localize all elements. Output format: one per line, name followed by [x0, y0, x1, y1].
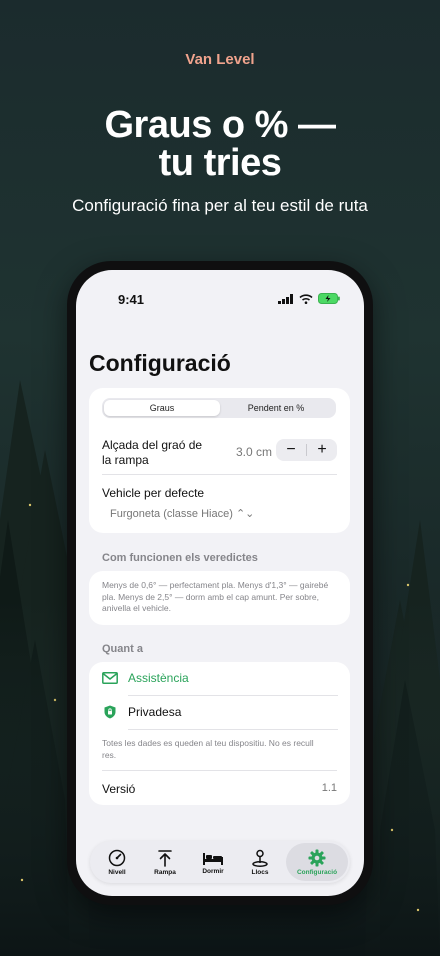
phone-frame: 9:41 Configuració Graus Pendent en % Alç… — [67, 261, 373, 905]
wifi-icon — [299, 293, 313, 304]
map-pin-icon — [252, 849, 268, 867]
verdicts-description: Menys de 0,6° — perfectament pla. Menys … — [102, 580, 329, 613]
tab-rampa[interactable]: Rampa — [146, 841, 184, 883]
segment-degrees[interactable]: Graus — [104, 400, 220, 416]
privacy-row[interactable]: Privadesa — [102, 702, 181, 722]
ramp-step-value: 3.0 cm — [236, 445, 273, 459]
increment-button[interactable]: + — [307, 439, 337, 461]
decrement-button[interactable]: − — [276, 439, 306, 461]
segment-percent[interactable]: Pendent en % — [218, 400, 334, 416]
tab-label: Llocs — [251, 868, 269, 876]
unit-segmented-control: Graus Pendent en % — [102, 398, 336, 418]
page-title: Configuració — [89, 350, 231, 376]
about-card: Assistència Privadesa Totes les dades es… — [89, 662, 350, 805]
default-vehicle-picker[interactable]: Furgoneta (classe Hiace) ⌃⌄ — [110, 507, 254, 520]
tab-bar: Nivell Rampa Dormir Llocs Configuració — [90, 841, 350, 883]
shield-lock-icon — [102, 704, 118, 720]
headline-line-1: Graus o % — — [104, 104, 337, 146]
envelope-icon — [102, 670, 118, 686]
headline-line-2: tu tries — [158, 142, 282, 184]
verdicts-card: Menys de 0,6° — perfectament pla. Menys … — [89, 571, 350, 625]
version-label: Versió — [102, 782, 136, 796]
privacy-note: Totes les dades es queden al teu disposi… — [102, 738, 314, 760]
row-divider — [102, 474, 337, 475]
gauge-icon — [108, 849, 126, 866]
tab-label: Rampa — [154, 868, 176, 876]
ramp-step-stepper: − + — [276, 439, 337, 461]
row-divider — [102, 770, 337, 771]
version-value: 1.1 — [321, 782, 337, 794]
tab-label: Nivell — [108, 868, 126, 876]
support-link[interactable]: Assistència — [128, 671, 189, 685]
tab-configuracio[interactable]: Configuració — [286, 843, 348, 881]
about-section-header: Quant a — [102, 643, 143, 655]
tab-label: Dormir — [202, 867, 224, 875]
arrow-up-bar-icon — [158, 849, 172, 867]
tab-nivell[interactable]: Nivell — [98, 841, 136, 883]
status-time: 9:41 — [118, 292, 145, 307]
subheadline: Configuració fina per al teu estil de ru… — [72, 196, 368, 215]
tab-dormir[interactable]: Dormir — [193, 841, 233, 883]
support-row[interactable]: Assistència — [102, 668, 189, 688]
bed-icon — [203, 852, 223, 865]
default-vehicle-label: Vehicle per defecte — [102, 486, 205, 500]
row-divider — [128, 695, 338, 696]
status-bar: 9:41 — [76, 292, 364, 312]
ramp-step-label: Alçada del graó de la rampa — [102, 438, 203, 467]
row-divider — [128, 729, 338, 730]
gear-icon — [308, 849, 326, 866]
settings-card: Graus Pendent en % Alçada del graó de la… — [89, 388, 350, 533]
tab-label: Configuració — [296, 868, 338, 876]
battery-icon — [318, 293, 340, 304]
privacy-label: Privadesa — [128, 705, 182, 719]
tab-llocs[interactable]: Llocs — [241, 841, 279, 883]
signal-icon — [278, 293, 293, 304]
phone-screen: 9:41 Configuració Graus Pendent en % Alç… — [76, 270, 364, 896]
headline: Graus o % — tu tries — [0, 106, 440, 182]
verdicts-section-header: Com funcionen els veredictes — [102, 552, 258, 564]
app-name: Van Level — [185, 51, 255, 68]
